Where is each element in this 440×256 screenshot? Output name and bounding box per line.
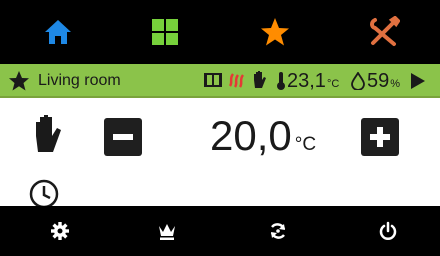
setpoint-value: 20,0 xyxy=(210,112,292,159)
current-temp-value: 23,1 xyxy=(287,70,326,92)
setpoint-display: 20,0 °C xyxy=(210,112,316,160)
humidity-unit: % xyxy=(390,78,401,90)
humidity-readout: 59 % xyxy=(351,70,400,92)
increase-setpoint-button[interactable] xyxy=(361,118,399,156)
manual-mode-hand-icon[interactable] xyxy=(28,112,68,156)
bottom-action-bar xyxy=(0,206,440,256)
hand-icon xyxy=(254,71,266,88)
current-temp-unit: °C xyxy=(326,78,340,90)
drop-icon xyxy=(351,72,365,90)
top-tab-bar xyxy=(0,0,440,64)
home-icon xyxy=(45,20,71,44)
tab-home[interactable] xyxy=(42,16,74,48)
plus-icon xyxy=(370,127,390,147)
room-status-bar[interactable]: Living room 23,1 °C 59 % xyxy=(0,64,440,98)
thermostat-control-panel: 20,0 °C xyxy=(0,98,440,206)
clock-icon[interactable] xyxy=(28,178,60,206)
tab-grid[interactable] xyxy=(149,16,181,48)
tab-tools[interactable] xyxy=(368,16,400,48)
window-icon xyxy=(204,73,222,87)
tools-icon xyxy=(370,16,400,46)
crown-icon[interactable] xyxy=(157,221,177,241)
minus-icon xyxy=(113,134,133,140)
star-icon xyxy=(261,18,289,46)
thermometer-icon xyxy=(277,72,285,90)
star-icon xyxy=(9,71,29,91)
sync-icon[interactable] xyxy=(268,221,288,241)
next-room-arrow-icon[interactable] xyxy=(408,72,426,90)
room-name: Living room xyxy=(38,72,121,89)
heat-icon xyxy=(228,73,245,88)
grid-icon xyxy=(152,19,178,45)
humidity-value: 59 xyxy=(367,70,390,92)
gear-icon[interactable] xyxy=(50,221,70,241)
decrease-setpoint-button[interactable] xyxy=(104,118,142,156)
power-icon[interactable] xyxy=(378,221,398,241)
tab-favorites[interactable] xyxy=(259,16,291,48)
current-temperature: 23,1 °C xyxy=(287,70,339,92)
setpoint-unit: °C xyxy=(294,134,317,155)
